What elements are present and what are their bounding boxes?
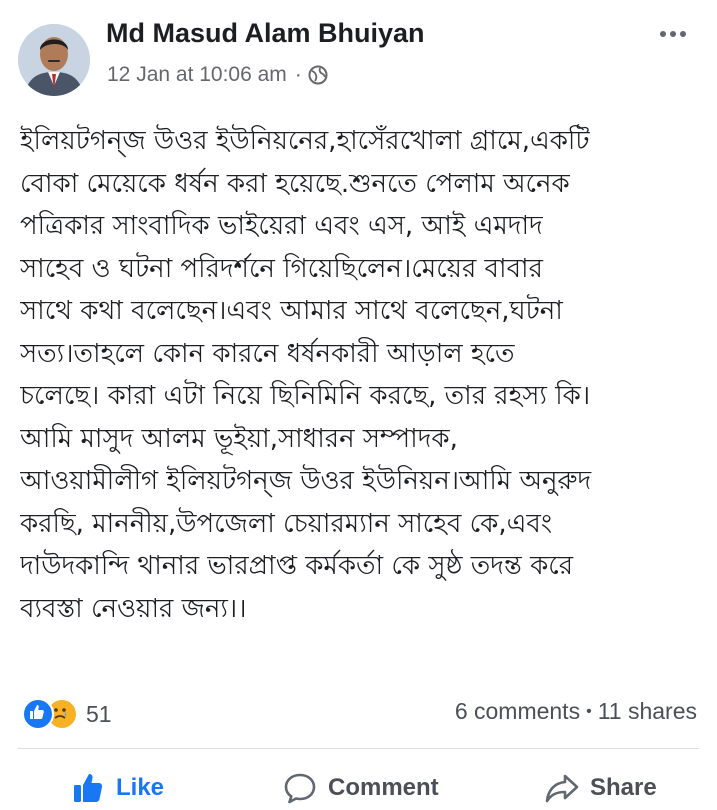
- comments-count-link[interactable]: 6 comments: [455, 698, 580, 725]
- post-body-line: পত্রিকার সাংবাদিক ভাইয়েরা এবং এস, আই এম…: [20, 211, 543, 241]
- share-icon: [545, 774, 579, 803]
- post-body-line: ব্যবস্তা নেওয়ার জন্য।।: [20, 593, 247, 624]
- reaction-count: 51: [86, 700, 112, 727]
- like-reaction-icon: [22, 698, 54, 730]
- reactions-summary[interactable]: 51: [22, 698, 112, 730]
- post-header: Md Masud Alam Bhuiyan 12 Jan at 10:06 am…: [0, 0, 717, 100]
- post-body-line: আমি মাসুদ আলম ভূইয়া,সাধারন সম্পাদক,: [20, 423, 458, 454]
- post-body-line: আওয়ামীলীগ ইলিয়টগন্জ উওর ইউনিয়ন।আমি অন…: [20, 466, 592, 496]
- post-body-line: দাউদকান্দি থানার ভারপ্রাপ্ত কর্মকর্তা কে…: [20, 551, 574, 581]
- more-options-button[interactable]: [655, 24, 691, 44]
- author-name[interactable]: Md Masud Alam Bhuiyan: [106, 18, 425, 49]
- globe-icon: [308, 65, 328, 85]
- post-body-line: সাহেব ও ঘটনা পরিদর্শনে গিয়েছিলেন।মেয়ের…: [20, 253, 543, 284]
- counts-separator: •: [586, 702, 592, 720]
- like-label: Like: [116, 774, 165, 801]
- action-bar: Like Comment Share: [0, 762, 717, 810]
- like-button[interactable]: Like: [70, 770, 164, 806]
- post-stats: 51 6 comments • 11 shares: [0, 690, 717, 730]
- post-meta: 12 Jan at 10:06 am ·: [107, 63, 328, 87]
- comment-button[interactable]: Comment: [282, 770, 439, 806]
- shares-count-link[interactable]: 11 shares: [598, 698, 697, 725]
- post-timestamp[interactable]: 12 Jan at 10:06 am: [107, 63, 287, 87]
- profile-photo: [18, 24, 90, 96]
- post-body: ইলিয়টগন্জ উওর ইউনিয়নের,হাসেঁরখোলা গ্রা…: [20, 120, 705, 630]
- post-body-line: ইলিয়টগন্জ উওর ইউনিয়নের,হাসেঁরখোলা গ্রা…: [20, 126, 590, 156]
- more-options-icon: [660, 31, 686, 37]
- post-body-line: সত্য।তাহলে কোন কারনে ধর্ষনকারী আড়াল হতে: [20, 338, 515, 369]
- post-body-line: সাথে কথা বলেছেন।এবং আমার সাথে বলেছেন,ঘটন…: [20, 296, 563, 326]
- engagement-counts: 6 comments • 11 shares: [455, 698, 697, 725]
- post-body-line: চলেছে। কারা এটা নিয়ে ছিনিমিনি করছে, তার…: [20, 381, 591, 411]
- comment-label: Comment: [328, 774, 439, 801]
- meta-separator: ·: [294, 63, 302, 86]
- avatar[interactable]: [18, 24, 90, 96]
- thumbs-up-icon: [74, 774, 103, 802]
- share-button[interactable]: Share: [544, 770, 657, 806]
- comment-icon: [284, 773, 316, 804]
- share-label: Share: [590, 774, 657, 801]
- post-body-line: বোকা মেয়েকে ধর্ষন করা হয়েছে.শুনতে পেলা…: [20, 168, 570, 199]
- post-body-line: করছি, মাননীয়,উপজেলা চেয়ারম্যান সাহেব ক…: [20, 508, 553, 539]
- action-bar-divider: [18, 748, 699, 749]
